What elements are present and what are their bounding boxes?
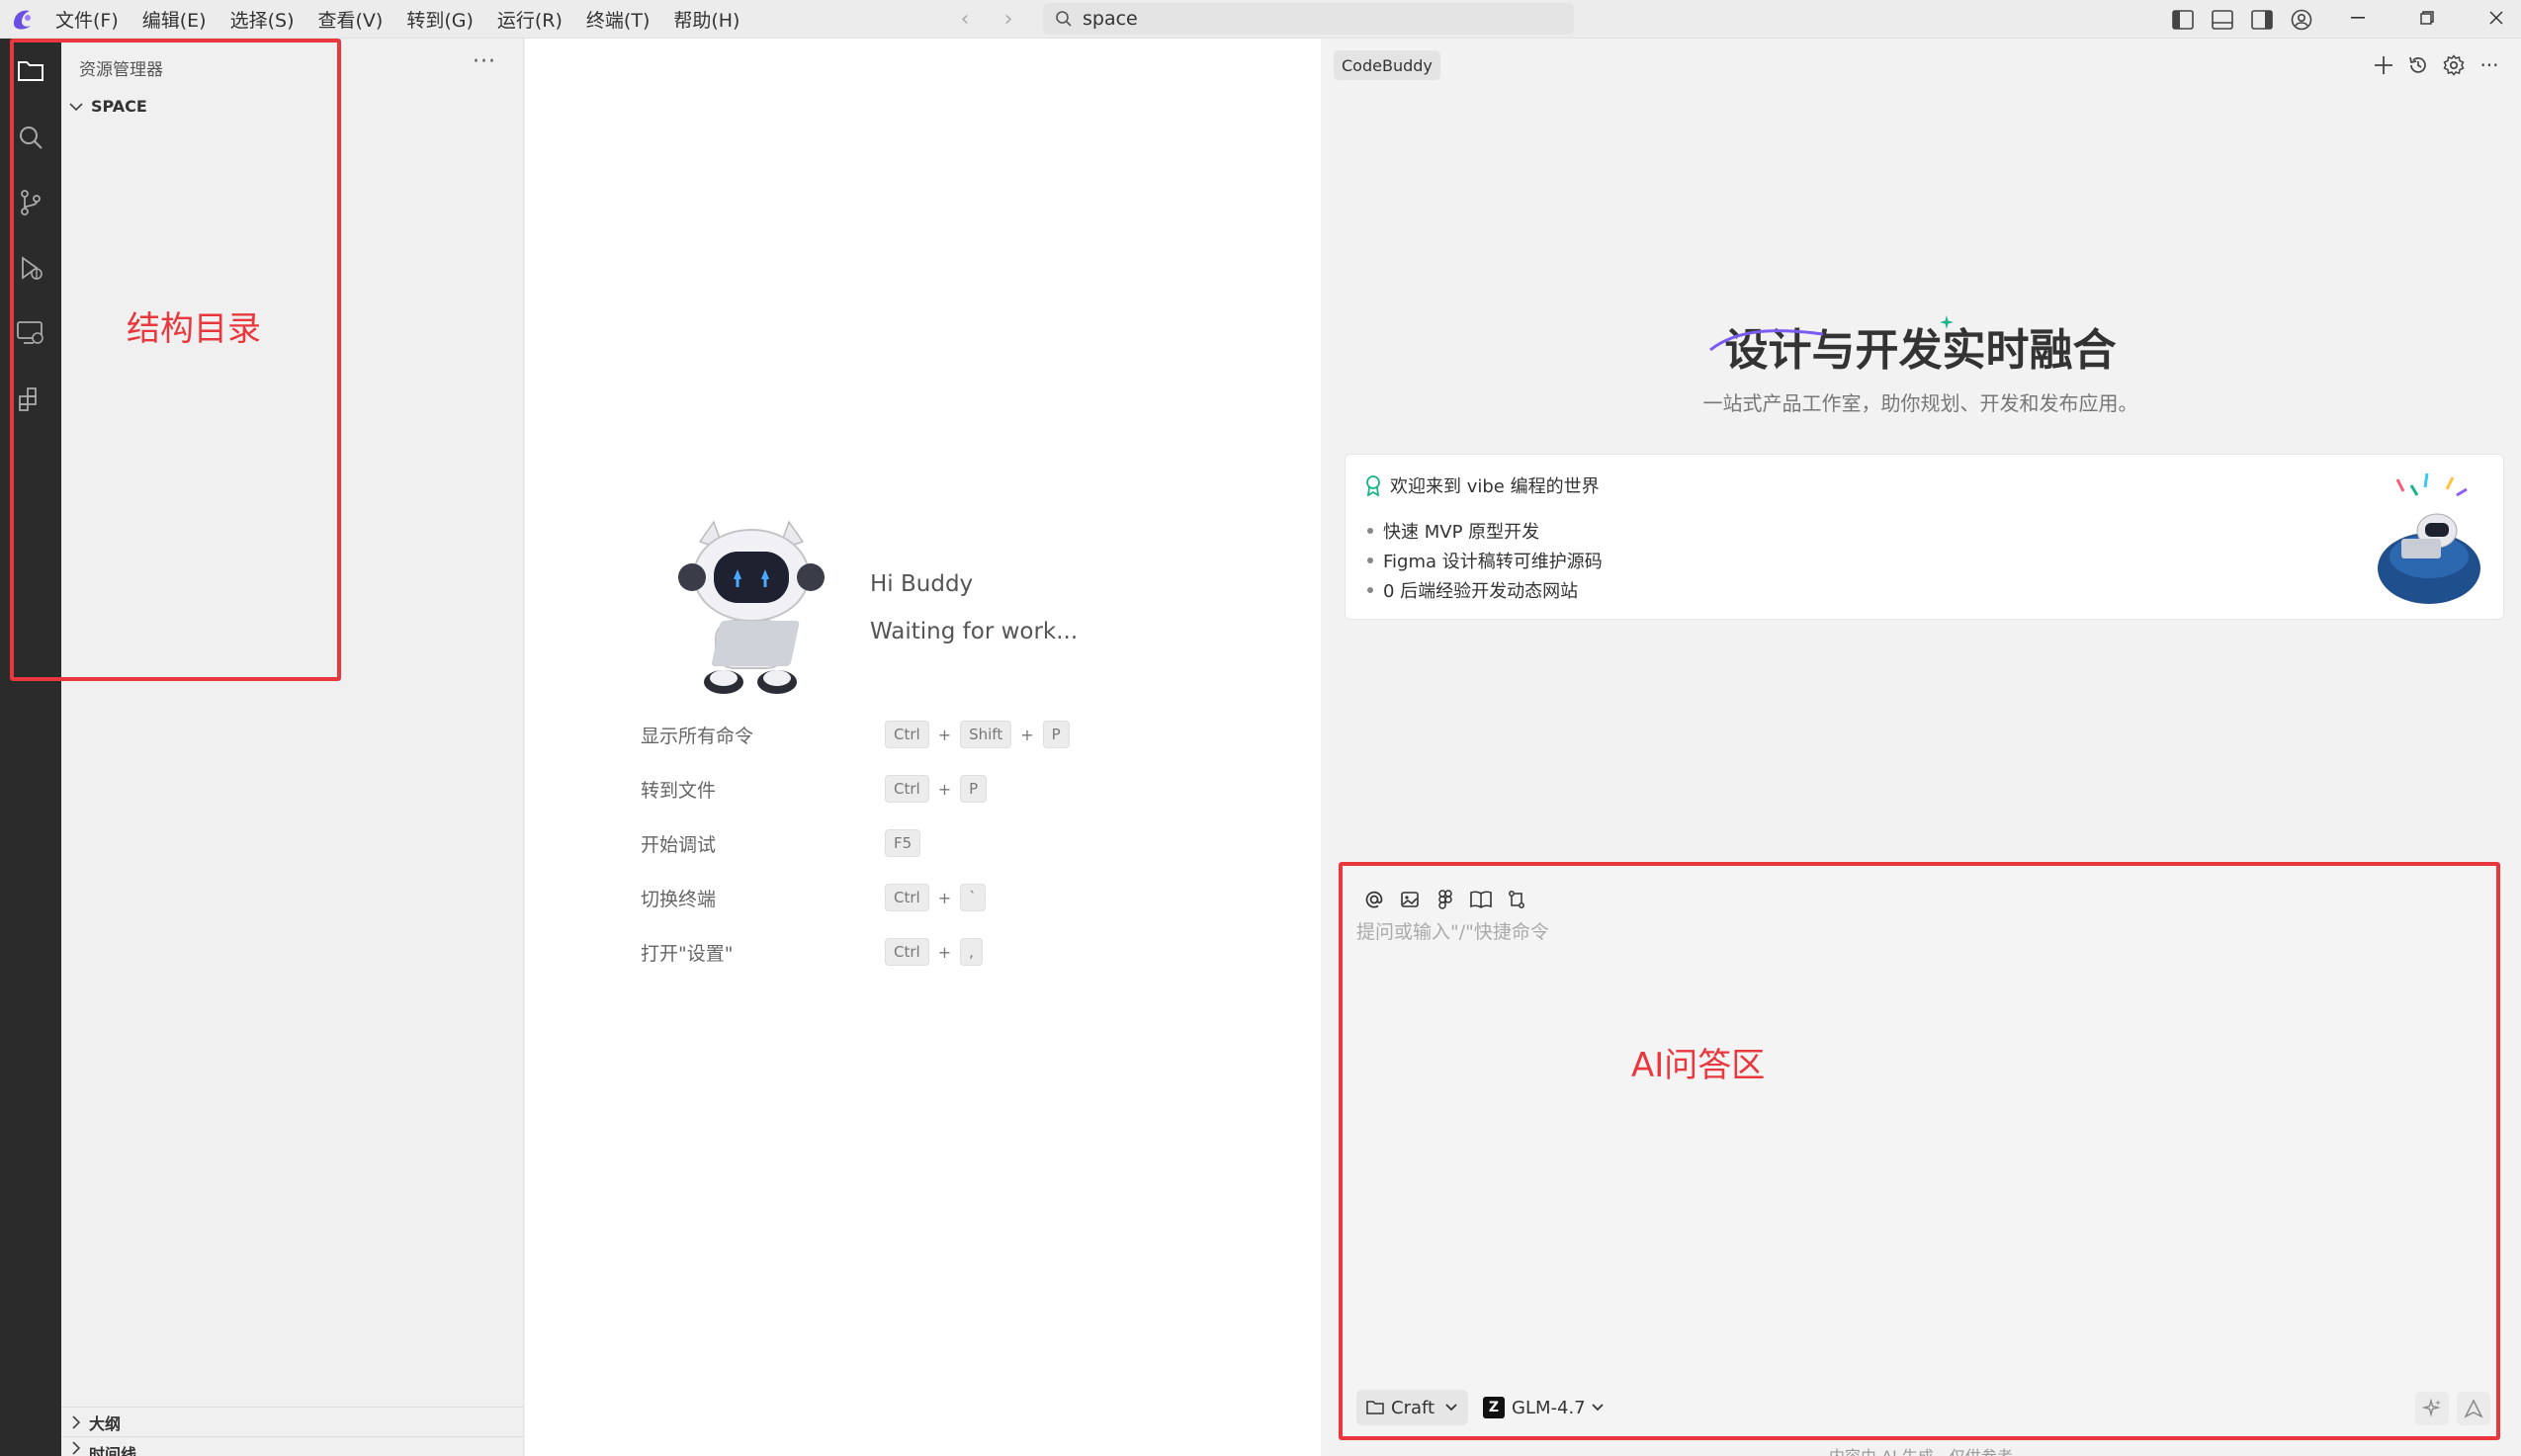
search-icon bbox=[1056, 11, 1072, 27]
toggle-panel-icon[interactable] bbox=[2208, 5, 2237, 35]
forward-arrow-icon[interactable]: › bbox=[995, 5, 1022, 33]
bullet bbox=[1367, 557, 1373, 563]
welcome-status: Waiting for work... bbox=[870, 619, 1079, 644]
menu-file[interactable]: 文件(F) bbox=[55, 6, 119, 33]
key: P bbox=[960, 775, 988, 803]
command-label-show-all[interactable]: 显示所有命令 bbox=[641, 722, 753, 748]
key-plus: + bbox=[937, 779, 952, 799]
welcome-greeting: Hi Buddy bbox=[870, 571, 974, 597]
sparkle-icon bbox=[1940, 314, 1954, 333]
key: Shift bbox=[960, 721, 1012, 748]
new-chat-icon[interactable] bbox=[2368, 49, 2399, 81]
list-item-text: Figma 设计稿转可维护源码 bbox=[1383, 552, 1603, 572]
list-item-text: 快速 MVP 原型开发 bbox=[1383, 522, 1540, 543]
explorer-more-icon[interactable]: ··· bbox=[473, 49, 496, 74]
list-item: 快速 MVP 原型开发 bbox=[1367, 518, 1539, 544]
key: F5 bbox=[885, 829, 921, 857]
bullet bbox=[1367, 528, 1373, 534]
ai-disclaimer: 内容由 AI 生成，仅供参考 bbox=[1829, 1443, 2013, 1456]
menu-selection[interactable]: 选择(S) bbox=[230, 6, 295, 33]
list-item: Figma 设计稿转可维护源码 bbox=[1367, 548, 1603, 573]
list-item-text: 0 后端经验开发动态网站 bbox=[1383, 581, 1579, 602]
key: , bbox=[960, 938, 983, 966]
menu-terminal[interactable]: 终端(T) bbox=[586, 6, 650, 33]
bullet bbox=[1367, 587, 1373, 593]
welcome-card-heading: 欢迎来到 vibe 编程的世界 bbox=[1364, 472, 1600, 498]
menu-run[interactable]: 运行(R) bbox=[497, 6, 563, 33]
command-label-open-settings[interactable]: 打开"设置" bbox=[641, 939, 733, 966]
annotation-label-ai-chat: AI问答区 bbox=[1631, 1046, 1766, 1085]
badge-icon bbox=[1366, 475, 1380, 496]
annotation-box-ai-chat bbox=[1339, 862, 2500, 1440]
minimize-window-button[interactable] bbox=[2323, 0, 2392, 36]
codebuddy-tab[interactable]: CodeBuddy bbox=[1334, 50, 1440, 80]
list-item: 0 后端经验开发动态网站 bbox=[1367, 577, 1578, 603]
outline-section-label: 大纲 bbox=[89, 1413, 122, 1433]
hero-swoosh-icon bbox=[1708, 324, 1827, 358]
menu-edit[interactable]: 编辑(E) bbox=[142, 6, 207, 33]
shortcut-open-settings: Ctrl + , bbox=[885, 938, 983, 966]
key-plus: + bbox=[937, 725, 952, 744]
settings-gear-icon[interactable] bbox=[2438, 49, 2470, 81]
shortcut-go-to-file: Ctrl + P bbox=[885, 775, 988, 803]
more-options-icon[interactable]: ··· bbox=[2474, 49, 2505, 81]
command-label-start-debug[interactable]: 开始调试 bbox=[641, 830, 716, 857]
hero-title: 设计与开发实时融合 bbox=[1724, 325, 2117, 376]
history-icon[interactable] bbox=[2402, 49, 2434, 81]
key-plus: + bbox=[937, 942, 952, 962]
restore-window-button[interactable] bbox=[2392, 0, 2462, 36]
key: P bbox=[1042, 721, 1070, 748]
command-center-search[interactable]: space bbox=[1043, 3, 1574, 35]
back-arrow-icon[interactable]: ‹ bbox=[951, 5, 979, 33]
close-window-button[interactable] bbox=[2462, 0, 2521, 36]
chevron-right-icon bbox=[72, 1441, 81, 1455]
outline-section[interactable]: 大纲 bbox=[61, 1407, 524, 1436]
key: ` bbox=[960, 884, 986, 911]
account-icon[interactable] bbox=[2287, 5, 2316, 35]
annotation-box-structure bbox=[10, 39, 341, 681]
command-label-go-to-file[interactable]: 转到文件 bbox=[641, 776, 716, 803]
hero-subtitle: 一站式产品工作室，助你规划、开发和发布应用。 bbox=[1702, 391, 2138, 415]
key: Ctrl bbox=[885, 775, 929, 803]
app-logo-icon[interactable] bbox=[10, 6, 36, 32]
key: Ctrl bbox=[885, 884, 929, 911]
shortcut-start-debug: F5 bbox=[885, 829, 921, 857]
key: Ctrl bbox=[885, 938, 929, 966]
menu-bar: 文件(F) 编辑(E) 选择(S) 查看(V) 转到(G) 运行(R) 终端(T… bbox=[55, 0, 763, 39]
toggle-secondary-sidebar-icon[interactable] bbox=[2247, 5, 2277, 35]
key: Ctrl bbox=[885, 721, 929, 748]
timeline-section[interactable]: 时间线 bbox=[61, 1436, 524, 1456]
beanbag-robot-illustration bbox=[2368, 470, 2491, 608]
annotation-label-structure: 结构目录 bbox=[127, 309, 261, 349]
buddy-robot-mascot bbox=[652, 514, 840, 702]
welcome-card-heading-text: 欢迎来到 vibe 编程的世界 bbox=[1390, 476, 1600, 497]
shortcut-toggle-terminal: Ctrl + ` bbox=[885, 884, 986, 911]
chevron-right-icon bbox=[72, 1414, 81, 1429]
toggle-primary-sidebar-icon[interactable] bbox=[2168, 5, 2198, 35]
shortcut-show-all: Ctrl + Shift + P bbox=[885, 721, 1070, 748]
search-value: space bbox=[1083, 8, 1138, 30]
menu-help[interactable]: 帮助(H) bbox=[673, 6, 739, 33]
key-plus: + bbox=[1020, 725, 1034, 744]
command-label-toggle-terminal[interactable]: 切换终端 bbox=[641, 885, 716, 911]
timeline-section-label: 时间线 bbox=[89, 1445, 137, 1456]
menu-go[interactable]: 转到(G) bbox=[406, 6, 474, 33]
menu-view[interactable]: 查看(V) bbox=[318, 6, 384, 33]
key-plus: + bbox=[937, 888, 952, 907]
